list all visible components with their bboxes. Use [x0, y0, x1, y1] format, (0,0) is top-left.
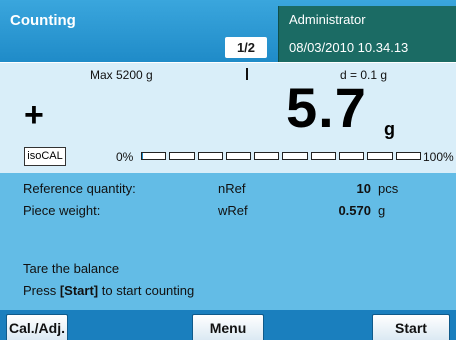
user-name: Administrator [289, 12, 366, 27]
weight-unit: g [384, 119, 395, 140]
capacity-bar-segment [169, 152, 194, 160]
range-max-label: 100% [423, 150, 454, 164]
menu-button[interactable]: Menu [192, 314, 264, 340]
capacity-bar-segment [282, 152, 307, 160]
capacity-bar [141, 152, 421, 160]
capacity-bar-segment [339, 152, 364, 160]
row-symbol: nRef [218, 181, 245, 196]
weight-value: 5.7 [286, 75, 367, 140]
instruction-suffix: to start counting [98, 283, 194, 298]
row-label: Reference quantity: [23, 181, 136, 196]
weight-display: Max 5200 g d = 0.1 g + 5.7 g isoCAL 0% 1… [0, 62, 456, 174]
user-panel: Administrator 08/03/2010 10.34.13 [278, 6, 456, 62]
cal-adj-button[interactable]: Cal./Adj. [6, 314, 68, 340]
range-min-label: 0% [116, 150, 133, 164]
app-title: Counting [10, 12, 76, 29]
instruction-key: [Start] [60, 283, 98, 298]
date-time: 08/03/2010 10.34.13 [289, 40, 408, 55]
capacity-bar-segment [367, 152, 392, 160]
row-value: 10 [357, 181, 371, 196]
info-panel: Reference quantity: nRef 10 pcs Piece we… [0, 173, 456, 310]
header-bar: Counting 1/2 Administrator 08/03/2010 10… [0, 0, 456, 62]
max-capacity: Max 5200 g [90, 68, 153, 82]
capacity-bar-segment [396, 152, 421, 160]
row-unit: g [378, 203, 385, 218]
weight-sign: + [24, 96, 44, 135]
start-button[interactable]: Start [372, 314, 450, 340]
range-separator [246, 68, 248, 80]
softkey-bar: Cal./Adj. Menu Start [0, 310, 456, 340]
instruction-prefix: Press [23, 283, 60, 298]
piece-weight-row: Piece weight: wRef 0.570 g [0, 199, 456, 221]
instruction-line-2: Press [Start] to start counting [23, 283, 194, 298]
capacity-bar-segment [311, 152, 336, 160]
instruction-line-1: Tare the balance [23, 261, 119, 276]
capacity-bar-segment [141, 152, 166, 160]
row-label: Piece weight: [23, 203, 100, 218]
balance-screen: Counting 1/2 Administrator 08/03/2010 10… [0, 0, 456, 340]
row-unit: pcs [378, 181, 398, 196]
capacity-bar-segment [198, 152, 223, 160]
capacity-bar-segment [226, 152, 251, 160]
capacity-bar-segment [254, 152, 279, 160]
row-value: 0.570 [338, 203, 371, 218]
page-indicator[interactable]: 1/2 [225, 37, 267, 58]
row-symbol: wRef [218, 203, 248, 218]
isocal-button[interactable]: isoCAL [24, 147, 66, 166]
reference-quantity-row: Reference quantity: nRef 10 pcs [0, 177, 456, 199]
